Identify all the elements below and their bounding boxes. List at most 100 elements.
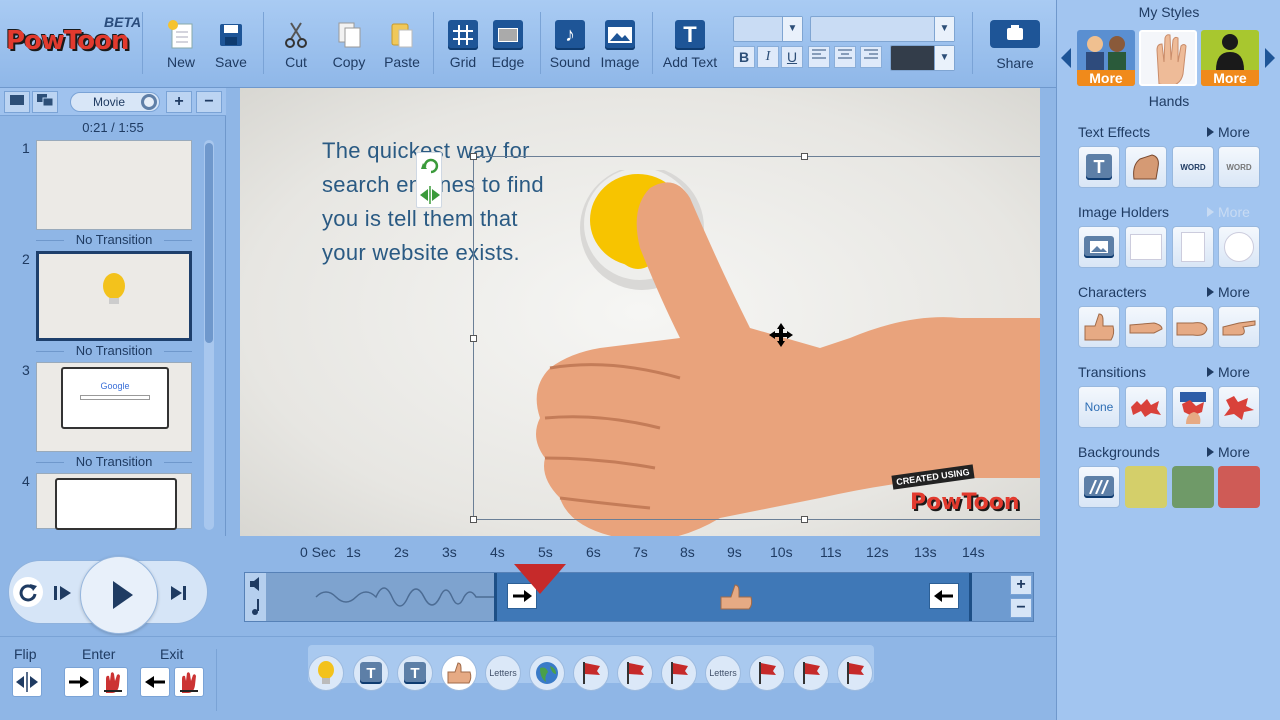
style-tile-hands[interactable]	[1139, 30, 1197, 86]
text-effect-word[interactable]: WORD	[1172, 146, 1214, 188]
image-holder-circle[interactable]	[1218, 226, 1260, 268]
exit-arrow-button[interactable]	[140, 667, 170, 697]
text-effect-plain[interactable]: T	[1078, 146, 1120, 188]
paste-button[interactable]: Paste	[374, 14, 430, 78]
resize-handle[interactable]	[470, 335, 477, 342]
character-thumbs-up[interactable]	[1078, 306, 1120, 348]
strip-lightbulb[interactable]	[308, 655, 344, 691]
flip-button[interactable]	[12, 667, 42, 697]
strip-flag[interactable]	[793, 655, 829, 691]
edge-button[interactable]: Edge	[480, 14, 536, 78]
remove-slide-button[interactable]: −	[196, 91, 222, 113]
slide-transition-label[interactable]: No Transition	[36, 232, 192, 247]
character-pointing-hand[interactable]	[1218, 306, 1260, 348]
font-size-select[interactable]: ▼	[733, 16, 803, 42]
align-right-button[interactable]	[860, 46, 882, 68]
slide-thumbnail-3[interactable]: Google	[36, 362, 192, 452]
character-fist[interactable]	[1172, 306, 1214, 348]
speaker-icon[interactable]	[250, 577, 259, 591]
image-button[interactable]: Image	[592, 14, 648, 78]
timeline-zoom-in-button[interactable]: +	[1010, 575, 1032, 595]
strip-flag[interactable]	[749, 655, 785, 691]
strip-flag[interactable]	[661, 655, 697, 691]
step-forward-button[interactable]	[51, 581, 75, 605]
slide-thumbnail-4[interactable]	[36, 473, 192, 530]
background-color-swatch[interactable]	[1125, 466, 1167, 508]
styles-next-arrow[interactable]	[1265, 48, 1275, 68]
resize-handle[interactable]	[801, 153, 808, 160]
sound-button[interactable]: ♪ Sound	[542, 14, 598, 78]
add-text-button[interactable]: T Add Text	[656, 14, 724, 78]
strip-flag[interactable]	[617, 655, 653, 691]
strip-flag[interactable]	[573, 655, 609, 691]
image-holder-frame[interactable]	[1125, 226, 1167, 268]
copy-button[interactable]: Copy	[321, 14, 377, 78]
styles-prev-arrow[interactable]	[1061, 48, 1071, 68]
text-effects-more-link[interactable]: More	[1207, 124, 1250, 140]
strip-text[interactable]: T	[397, 655, 433, 691]
image-holders-more-link[interactable]: More	[1207, 204, 1250, 220]
bold-button[interactable]: B	[733, 46, 755, 68]
character-flat-hand[interactable]	[1125, 306, 1167, 348]
movie-mode-toggle[interactable]: Movie	[70, 92, 160, 112]
strip-hand[interactable]	[441, 655, 477, 691]
multi-view-button[interactable]	[32, 91, 58, 113]
style-tile-people[interactable]: More	[1077, 30, 1135, 86]
strip-letters[interactable]: Letters	[485, 655, 521, 691]
enter-hand-button[interactable]	[98, 667, 128, 697]
slide-canvas[interactable]: The quickest way for search engines to f…	[240, 88, 1040, 536]
selection-box[interactable]	[470, 153, 1040, 523]
characters-more-link[interactable]: More	[1207, 284, 1250, 300]
image-holder-rect[interactable]	[1172, 226, 1214, 268]
skip-to-end-button[interactable]	[167, 581, 191, 605]
slide-thumbnail-2[interactable]	[36, 251, 192, 341]
new-button[interactable]: New	[153, 14, 209, 78]
background-color-swatch[interactable]	[1172, 466, 1214, 508]
align-center-button[interactable]	[834, 46, 856, 68]
flip-icon[interactable]	[420, 186, 440, 204]
transition-pow[interactable]	[1125, 386, 1167, 428]
timeline-zoom-out-button[interactable]: −	[1010, 598, 1032, 618]
resize-handle[interactable]	[801, 516, 808, 523]
text-effect-hand-write[interactable]	[1125, 146, 1167, 188]
strip-flag[interactable]	[837, 655, 873, 691]
share-button[interactable]	[990, 20, 1040, 48]
transitions-more-link[interactable]: More	[1207, 364, 1250, 380]
backgrounds-more-link[interactable]: More	[1207, 444, 1250, 460]
slides-scroll-thumb[interactable]	[205, 143, 213, 343]
background-pattern[interactable]	[1078, 466, 1120, 508]
add-slide-button[interactable]: +	[166, 91, 192, 113]
exit-hand-button[interactable]	[174, 667, 204, 697]
style-tile-silhouette[interactable]: More	[1201, 30, 1259, 86]
slide-transition-label[interactable]: No Transition	[36, 454, 192, 469]
strip-globe[interactable]	[529, 655, 565, 691]
transition-pow-hand[interactable]	[1172, 386, 1214, 428]
rotate-icon[interactable]	[421, 158, 439, 174]
slide-transition-label[interactable]: No Transition	[36, 343, 192, 358]
italic-button[interactable]: I	[757, 46, 779, 68]
resize-handle[interactable]	[470, 153, 477, 160]
playhead-marker[interactable]	[514, 564, 566, 594]
single-view-button[interactable]	[4, 91, 30, 113]
underline-button[interactable]: U	[781, 46, 803, 68]
slide-thumbnail-1[interactable]	[36, 140, 192, 230]
audio-waveform-region[interactable]	[266, 573, 496, 621]
enter-arrow-button[interactable]	[64, 667, 94, 697]
background-color-swatch[interactable]	[1218, 466, 1260, 508]
strip-letters[interactable]: Letters	[705, 655, 741, 691]
replay-button[interactable]	[13, 577, 43, 607]
strip-text[interactable]: T	[353, 655, 389, 691]
text-color-select[interactable]: ▼	[890, 45, 955, 71]
transition-none[interactable]: None	[1078, 386, 1120, 428]
text-effect-word-shadow[interactable]: WORD	[1218, 146, 1260, 188]
transition-bam[interactable]	[1218, 386, 1260, 428]
resize-handle[interactable]	[470, 516, 477, 523]
align-left-button[interactable]	[808, 46, 830, 68]
save-button[interactable]: Save	[203, 14, 259, 78]
music-note-icon[interactable]	[252, 599, 259, 615]
cut-button[interactable]: Cut	[268, 14, 324, 78]
image-holder-basic[interactable]	[1078, 226, 1120, 268]
exit-point-button[interactable]	[929, 583, 959, 609]
play-button[interactable]	[80, 556, 158, 634]
font-family-select[interactable]: ▼	[810, 16, 955, 42]
